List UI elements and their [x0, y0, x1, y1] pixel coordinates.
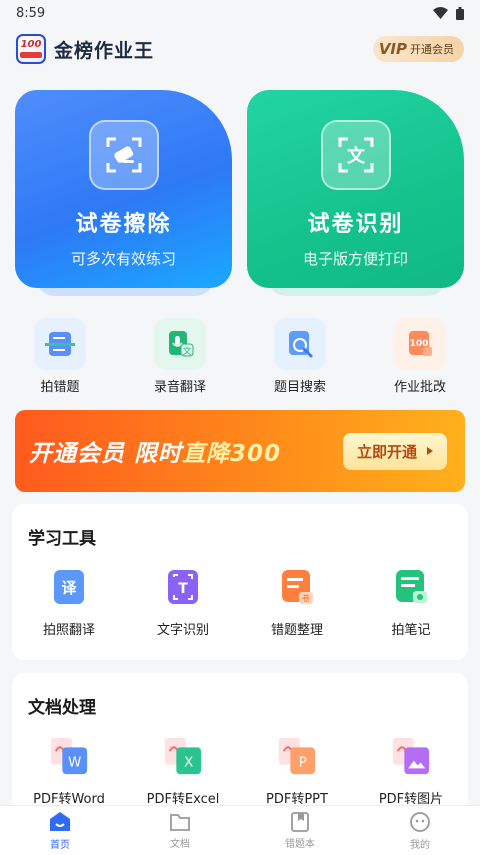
tool-text-recognition[interactable]: T 文字识别 — [126, 567, 240, 638]
battery-icon — [456, 6, 464, 20]
section-title: 文档处理 — [28, 698, 96, 718]
tool-photo-translate[interactable]: 译 拍照翻译 — [12, 567, 126, 638]
mistake-organize-icon: 卷 — [277, 567, 317, 607]
svg-text:文: 文 — [347, 145, 366, 167]
section-title: 学习工具 — [28, 529, 96, 549]
scan-text-icon: 文 — [320, 120, 391, 190]
open-vip-button[interactable]: 立即开通 — [342, 432, 447, 470]
tab-documents[interactable]: 文档 — [120, 806, 240, 855]
hero-subtitle: 可多次有效练习 — [70, 250, 176, 268]
tab-profile[interactable]: 我的 — [360, 806, 480, 855]
voice-translate-icon: 文 — [154, 318, 206, 370]
profile-icon — [410, 811, 430, 832]
triangle-right-icon — [427, 447, 433, 455]
tool-mistake-organize[interactable]: 卷 错题整理 — [240, 567, 354, 638]
pdf-to-excel-icon: X — [163, 736, 203, 776]
doc-pdf-to-word[interactable]: W PDF转Word — [12, 736, 126, 807]
tab-label: 错题本 — [285, 838, 315, 850]
home-icon — [50, 811, 70, 831]
status-icons — [433, 6, 464, 20]
tab-home[interactable]: 首页 — [0, 806, 120, 855]
vip-button-label: 开通会员 — [410, 43, 454, 56]
quick-item-label: 拍错题 — [40, 380, 80, 395]
exam-erase-card[interactable]: 试卷擦除 可多次有效练习 — [15, 90, 232, 288]
quick-item-mistake-photo[interactable]: 拍错题 — [0, 318, 120, 398]
app-logo: 100 — [16, 34, 46, 64]
hero-subtitle: 电子版方便打印 — [302, 250, 408, 268]
banner-text-main: 开通会员 限时 — [29, 441, 183, 467]
doc-pdf-to-ppt[interactable]: P PDF转PPT — [240, 736, 354, 807]
hero-title: 试卷擦除 — [75, 212, 172, 237]
doc-pdf-to-image[interactable]: PDF转图片 — [354, 736, 468, 807]
docs-grid: W PDF转Word X PDF转Excel P PDF转PPT PDF转图片 — [12, 736, 468, 807]
svg-text:译: 译 — [61, 579, 77, 597]
svg-text:卷: 卷 — [302, 593, 310, 603]
pdf-to-word-icon: W — [49, 736, 89, 776]
tools-grid: 译 拍照翻译 T 文字识别 卷 错题整理 拍笔记 — [12, 567, 468, 638]
svg-text:T: T — [178, 581, 188, 597]
wifi-icon — [433, 7, 448, 19]
app-bar: 100 金榜作业王 VIP 开通会员 — [0, 26, 480, 72]
logo-stripe — [20, 52, 42, 58]
app-title: 金榜作业王 — [54, 39, 155, 62]
doc-pdf-to-excel[interactable]: X PDF转Excel — [126, 736, 240, 807]
tool-label: 文字识别 — [156, 623, 209, 638]
tool-photo-notes[interactable]: 拍笔记 — [354, 567, 468, 638]
hero-section: 试卷擦除 可多次有效练习 文 试卷识别 电子版方便打印 — [15, 90, 465, 305]
quick-item-voice-translate[interactable]: 文 录音翻译 — [120, 318, 240, 398]
eraser-icon — [88, 120, 159, 190]
tool-label: 拍照翻译 — [42, 623, 95, 638]
quick-item-homework-grade[interactable]: 100 作业批改 — [360, 318, 480, 398]
photo-translate-icon: 译 — [49, 567, 89, 607]
quick-item-label: 题目搜索 — [273, 380, 326, 395]
tab-mistake-book[interactable]: 错题本 — [240, 806, 360, 855]
vip-promo-banner[interactable]: 开通会员 限时直降300 立即开通 — [15, 410, 465, 492]
doc-badge: P — [299, 755, 307, 770]
quick-item-label: 录音翻译 — [153, 380, 206, 395]
open-vip-button-label: 立即开通 — [356, 442, 417, 461]
photo-notes-icon — [391, 567, 431, 607]
hero-title: 试卷识别 — [307, 212, 404, 237]
folder-icon — [170, 813, 190, 831]
search-question-icon — [274, 318, 326, 370]
doc-badge: W — [68, 755, 81, 770]
exam-recognize-card[interactable]: 文 试卷识别 电子版方便打印 — [247, 90, 464, 288]
pdf-to-image-icon — [391, 736, 431, 776]
status-bar: 8:59 — [0, 0, 480, 26]
vip-badge: VIP — [378, 40, 407, 58]
logo-text: 100 — [20, 39, 42, 50]
pdf-to-ppt-icon: P — [277, 736, 317, 776]
banner-text-highlight: 直降300 — [182, 441, 282, 467]
banner-text: 开通会员 限时直降300 — [29, 434, 281, 468]
tab-label: 首页 — [50, 839, 70, 851]
svg-text:文: 文 — [182, 345, 191, 357]
tab-label: 文档 — [170, 838, 190, 850]
tool-label: 错题整理 — [270, 623, 323, 638]
text-recognition-icon: T — [163, 567, 203, 607]
tool-label: 拍笔记 — [391, 623, 431, 638]
vip-button[interactable]: VIP 开通会员 — [372, 36, 464, 62]
scan-document-icon — [34, 318, 86, 370]
status-time: 8:59 — [16, 5, 46, 21]
notebook-icon — [291, 811, 309, 832]
doc-badge: X — [184, 755, 193, 770]
quick-actions: 拍错题 文 录音翻译 题目搜索 100 作业批改 — [0, 318, 480, 398]
tab-label: 我的 — [410, 839, 430, 851]
learning-tools-card: 学习工具 译 拍照翻译 T 文字识别 卷 错题整理 拍笔记 — [12, 504, 468, 660]
grade-homework-icon: 100 — [394, 318, 446, 370]
quick-item-label: 作业批改 — [393, 380, 446, 395]
quick-item-question-search[interactable]: 题目搜索 — [240, 318, 360, 398]
brand: 100 金榜作业王 — [16, 34, 154, 64]
bottom-tab-bar: 首页 文档 错题本 我的 — [0, 805, 480, 855]
